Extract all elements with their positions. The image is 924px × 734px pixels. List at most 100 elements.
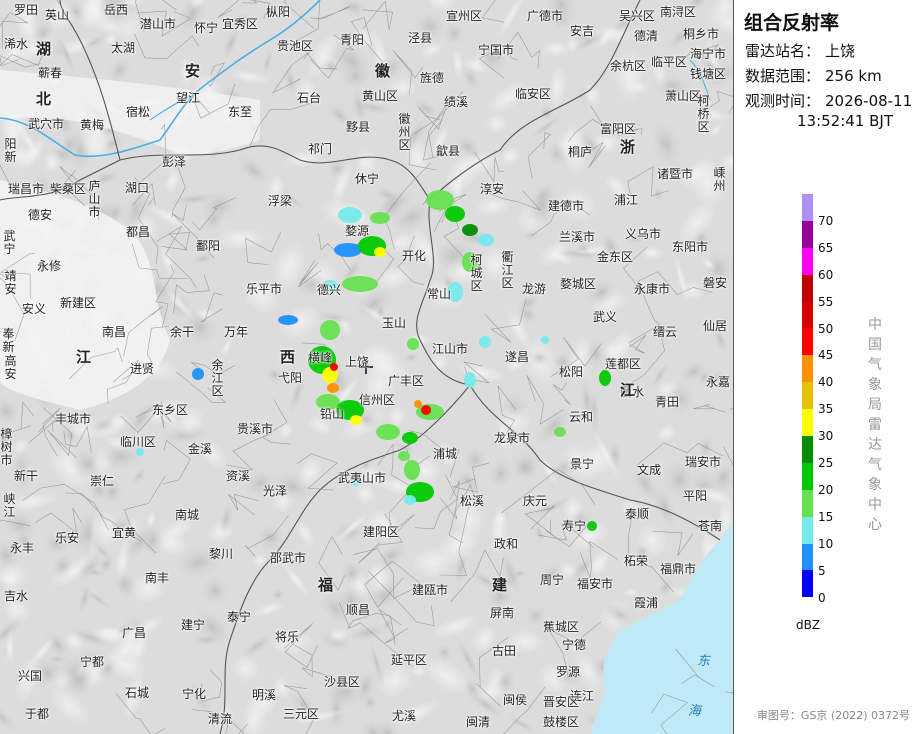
dbz-color-scale	[802, 194, 813, 598]
product-title: 组合反射率	[744, 12, 840, 34]
place-label: 清流	[208, 712, 233, 726]
echo-cell	[404, 495, 416, 505]
echo-cell	[587, 521, 597, 531]
place-label: 吉水	[4, 589, 29, 603]
place-label: 临川区	[120, 435, 157, 449]
place-label: 政和	[494, 537, 519, 551]
place-label: 景宁	[570, 457, 595, 471]
legend-swatch	[802, 409, 813, 437]
place-label: 新建区	[60, 296, 97, 310]
place-label: 义乌市	[625, 227, 662, 241]
province-label: 建	[492, 576, 508, 594]
echo-cell	[541, 336, 549, 344]
place-label: 潜山市	[140, 17, 177, 31]
place-label: 婺源	[345, 224, 370, 238]
place-label: 龙游	[522, 282, 547, 296]
place-label: 宜黄	[112, 526, 137, 540]
time-label: 观测时间：	[745, 92, 821, 110]
place-label: 松溪	[460, 494, 485, 508]
echo-cell	[398, 451, 410, 461]
place-label: 徽州区	[398, 112, 411, 152]
place-label: 黟县	[346, 120, 371, 134]
station-value: 上饶	[825, 42, 856, 60]
place-label: 屏南	[490, 606, 515, 620]
place-label: 新干	[14, 469, 39, 483]
place-label: 英山	[45, 8, 70, 22]
place-label: 丰城市	[55, 412, 92, 426]
legend-label: 25	[818, 456, 834, 470]
place-label: 进贤	[130, 362, 155, 376]
place-label: 蕉城区	[543, 620, 580, 634]
place-label: 平阳	[683, 489, 708, 503]
place-label: 柯城区	[470, 253, 483, 293]
place-label: 松阳	[559, 365, 584, 379]
legend-label: 0	[818, 590, 826, 605]
echo-cell	[464, 372, 476, 388]
place-label: 永嘉	[706, 375, 731, 389]
place-label: 海宁市	[690, 47, 727, 61]
place-label: 广昌	[122, 626, 147, 640]
place-label: 青田	[655, 395, 680, 409]
place-label: 南丰	[145, 571, 170, 585]
place-label: 宁德	[562, 638, 587, 652]
echo-cell	[370, 212, 390, 224]
legend-label: 5	[818, 563, 826, 578]
place-label: 乐平市	[246, 282, 283, 296]
place-label: 嵊州	[713, 166, 726, 193]
place-label: 开化	[402, 249, 427, 263]
place-label: 临安区	[515, 87, 552, 101]
place-label: 南浔区	[660, 5, 697, 19]
place-label: 樟树市	[0, 427, 13, 467]
legend-swatch	[802, 301, 813, 329]
place-label: 岳西	[104, 3, 129, 17]
place-label: 鄱阳	[196, 239, 221, 253]
province-label: 福	[318, 576, 334, 594]
place-label: 永修	[37, 259, 62, 273]
echo-cell	[374, 247, 386, 257]
place-label: 崇仁	[90, 474, 115, 488]
place-label: 建宁	[181, 618, 206, 632]
place-label: 寿宁	[562, 519, 587, 533]
province-label: 西	[280, 348, 296, 366]
legend-swatch	[802, 436, 813, 463]
place-label: 上饶	[345, 355, 370, 369]
place-label: 都昌	[126, 225, 151, 239]
place-label: 峡江	[3, 492, 16, 519]
place-label: 庆元	[523, 494, 548, 508]
radar-map[interactable]: 罗田 英山 岳西 潜山市 怀宁 宜秀区 枞阳 贵池区 宣州区 广德市 吴兴区 南浔区 浠水 太湖 望江 东至石…	[0, 0, 734, 734]
legend-unit: dBZ	[796, 618, 821, 632]
place-label: 武穴市	[28, 117, 65, 131]
place-label: 德安	[28, 208, 53, 222]
province-label: 徽	[375, 62, 391, 80]
place-label: 玉山	[382, 316, 407, 330]
place-label: 罗源	[556, 665, 581, 679]
place-label: 富阳区	[600, 122, 637, 136]
time-row: 观测时间： 2026-08-11	[745, 92, 912, 110]
echo-cell	[320, 320, 340, 340]
map-approval-number: 审图号：GS京 (2022) 0372号	[756, 709, 910, 722]
info-panel: 组合反射率 雷达站名： 上饶 数据范围： 256 km 观测时间： 2026-0…	[734, 0, 924, 734]
legend-label: 45	[818, 348, 834, 363]
place-label: 铅山	[320, 407, 345, 421]
echo-cell	[407, 338, 419, 350]
place-label: 光泽	[263, 484, 288, 498]
echo-cell	[376, 424, 400, 440]
legend-swatch	[802, 355, 813, 383]
place-label: 安义	[22, 302, 47, 316]
place-label: 余杭区	[610, 59, 647, 73]
place-label: 建阳区	[363, 525, 400, 539]
place-label: 淳安	[480, 182, 505, 196]
place-label: 福安市	[577, 577, 614, 591]
place-label: 湖口	[125, 181, 150, 195]
place-label: 贵溪市	[237, 422, 274, 436]
place-label: 三元区	[283, 707, 320, 721]
legend-label: 15	[818, 509, 834, 524]
place-label: 遂昌	[505, 350, 530, 364]
place-label: 顺昌	[346, 603, 371, 617]
place-label: 闽侯	[503, 693, 528, 707]
place-label: 阳新	[4, 137, 17, 164]
legend-label: 65	[818, 240, 834, 255]
echo-cell	[478, 234, 494, 246]
place-label: 德清	[634, 29, 659, 43]
place-label: 石台	[297, 91, 322, 105]
